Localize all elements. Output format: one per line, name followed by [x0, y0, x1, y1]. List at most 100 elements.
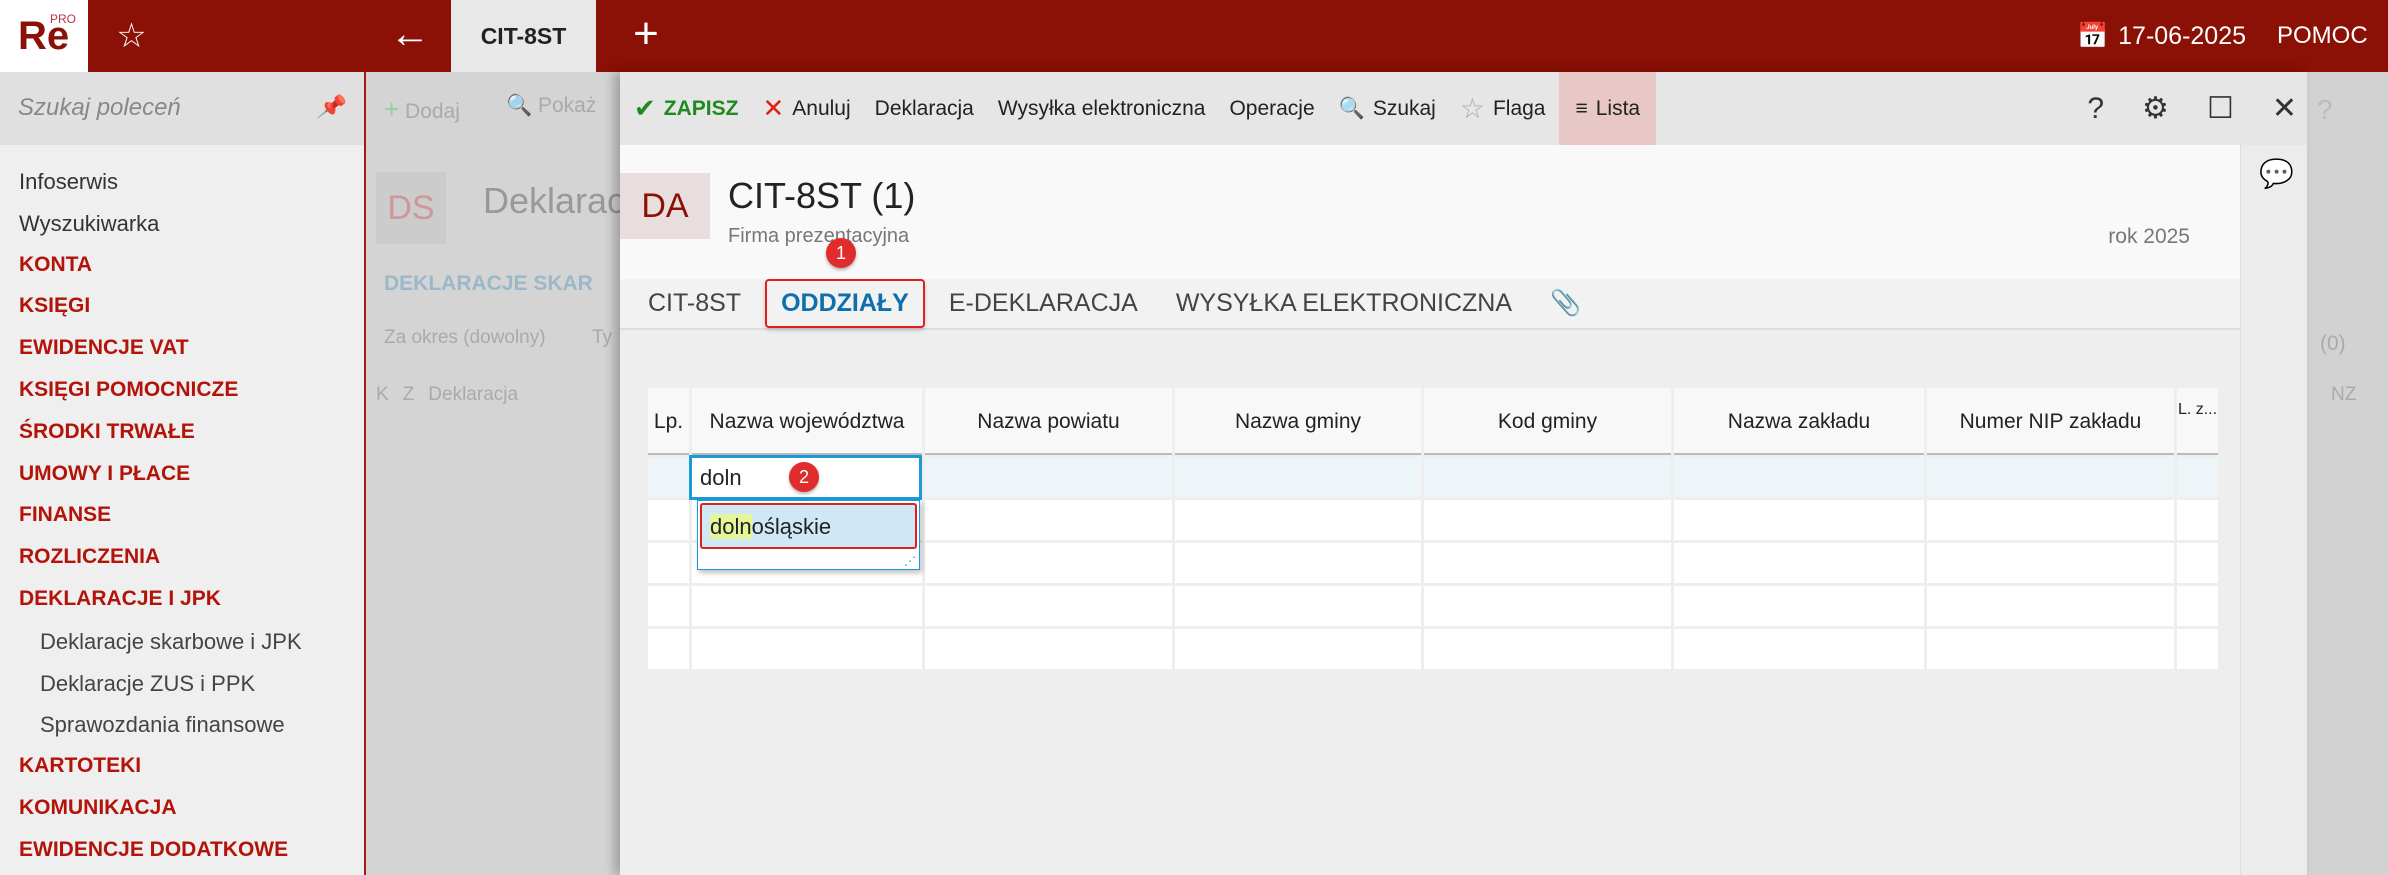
esend-button[interactable]: Wysyłka elektroniczna	[998, 72, 1206, 145]
grid-cell[interactable]	[648, 629, 689, 669]
grid-cell[interactable]	[1424, 586, 1671, 626]
tab-wysylka[interactable]: WYSYŁKA ELEKTRONICZNA	[1176, 281, 1512, 326]
sidebar-item[interactable]: DEKLARACJE I JPK	[19, 587, 221, 611]
grid-cell[interactable]	[1424, 457, 1671, 497]
grid-cell[interactable]	[1927, 543, 2174, 583]
maximize-icon[interactable]: ☐	[2207, 91, 2234, 126]
grid-cell[interactable]	[1175, 543, 1421, 583]
sidebar-item[interactable]: Wyszukiwarka	[19, 211, 159, 237]
resize-grip-icon[interactable]: ⋰	[904, 554, 916, 568]
new-tab-plus-icon[interactable]: +	[618, 0, 674, 72]
grid-cell[interactable]	[1674, 629, 1924, 669]
sidebar-item[interactable]: Infoserwis	[19, 169, 118, 195]
operations-button[interactable]: Operacje	[1229, 72, 1314, 145]
sidebar-item[interactable]: KSIĘGI	[19, 294, 90, 318]
sidebar-item[interactable]: KOMUNIKACJA	[19, 796, 177, 820]
grid-cell[interactable]	[1175, 586, 1421, 626]
grid-cell[interactable]	[2177, 586, 2218, 626]
grid-cell[interactable]	[1927, 629, 2174, 669]
grid-cell[interactable]	[648, 457, 689, 497]
grid-cell[interactable]	[1674, 500, 1924, 540]
grid-cell[interactable]	[692, 586, 922, 626]
close-icon[interactable]: ✕	[2272, 91, 2297, 126]
declaration-window: ✔ ZAPISZ ✕ Anuluj Deklaracja Wysyłka elekt…	[620, 72, 2307, 875]
gear-icon[interactable]: ⚙	[2142, 91, 2169, 126]
column-header[interactable]: Nazwa zakładu	[1674, 388, 1924, 455]
grid-cell[interactable]	[1674, 457, 1924, 497]
back-arrow-icon[interactable]: ←	[380, 0, 440, 72]
grid-cell[interactable]	[1927, 500, 2174, 540]
list-button[interactable]: ≡ Lista	[1559, 72, 1657, 145]
grid-cell[interactable]	[1175, 629, 1421, 669]
grid-cell[interactable]	[1175, 457, 1421, 497]
grid-cell[interactable]	[692, 629, 922, 669]
grid-cell[interactable]	[1424, 629, 1671, 669]
grid-cell[interactable]	[1927, 457, 2174, 497]
grid-cell[interactable]	[2177, 629, 2218, 669]
flag-button[interactable]: ☆ Flaga	[1460, 72, 1546, 145]
sidebar-item[interactable]: Sprawozdania finansowe	[40, 712, 285, 738]
background-right: ? (0) NZ	[2307, 72, 2388, 875]
bg-add-button: + Dodaj	[384, 94, 460, 124]
column-header[interactable]: L. z...	[2177, 388, 2218, 455]
sidebar-item[interactable]: FINANSE	[19, 503, 111, 527]
grid-cell[interactable]	[1424, 500, 1671, 540]
cancel-button[interactable]: ✕ Anuluj	[762, 72, 850, 145]
sidebar-item[interactable]: EWIDENCJE DODATKOWE	[19, 838, 288, 862]
grid-cell[interactable]	[648, 586, 689, 626]
sidebar-item[interactable]: ROZLICZENIA	[19, 545, 160, 569]
suggestion-dolnoslaskie[interactable]: dolnośląskie	[700, 503, 917, 549]
sidebar-item[interactable]: ŚRODKI TRWAŁE	[19, 420, 195, 444]
column-header[interactable]: Nazwa powiatu	[925, 388, 1172, 455]
open-tab-cit8st[interactable]: CIT-8ST	[451, 0, 596, 72]
bg-title: Deklarac	[483, 180, 626, 221]
favorites-star-icon[interactable]: ☆	[88, 0, 175, 72]
help-menu[interactable]: POMOC	[2277, 0, 2368, 72]
sidebar-item[interactable]: Deklaracje ZUS i PPK	[40, 671, 255, 697]
app-logo[interactable]: Re PRO	[0, 0, 88, 72]
check-icon: ✔	[634, 93, 656, 123]
grid-cell[interactable]	[2177, 457, 2218, 497]
grid-cell[interactable]	[925, 586, 1172, 626]
sidebar-item[interactable]: UMOWY I PŁACE	[19, 462, 190, 486]
grid-cell[interactable]	[925, 543, 1172, 583]
column-header[interactable]: Numer NIP zakładu	[1927, 388, 2174, 455]
grid-cell[interactable]	[925, 457, 1172, 497]
grid-cell[interactable]	[2177, 500, 2218, 540]
grid-cell[interactable]	[648, 500, 689, 540]
tab-e-deklaracja[interactable]: E-DEKLARACJA	[949, 281, 1138, 326]
grid-cell[interactable]	[1927, 586, 2174, 626]
toolbar: ✔ ZAPISZ ✕ Anuluj Deklaracja Wysyłka elekt…	[620, 72, 2307, 145]
sidebar-item[interactable]: KONTA	[19, 253, 92, 277]
bg-filter2: Ty	[592, 327, 613, 348]
grid-cell[interactable]	[1674, 543, 1924, 583]
pin-icon[interactable]: 📌	[317, 94, 344, 120]
declaration-button[interactable]: Deklaracja	[875, 72, 974, 145]
column-header[interactable]: Nazwa gminy	[1175, 388, 1421, 455]
sidebar-item[interactable]: KSIĘGI POMOCNICZE	[19, 378, 238, 402]
sidebar-item[interactable]: KARTOTEKI	[19, 754, 141, 778]
paperclip-icon[interactable]: 📎	[1550, 281, 1581, 326]
grid-cell[interactable]	[2177, 543, 2218, 583]
grid-cell[interactable]	[1424, 543, 1671, 583]
command-search-input[interactable]: Szukaj poleceń 📌	[0, 72, 364, 145]
search-button[interactable]: 🔍 Szukaj	[1339, 72, 1436, 145]
column-header[interactable]: Lp.	[648, 388, 689, 455]
date-display[interactable]: 📅 17-06-2025	[2077, 0, 2246, 72]
tab-oddzialy[interactable]: ODDZIAŁY	[765, 279, 925, 328]
help-icon[interactable]: ?	[2087, 92, 2104, 126]
sidebar-item[interactable]: EWIDENCJE VAT	[19, 336, 189, 360]
column-header[interactable]: Kod gminy	[1424, 388, 1671, 455]
grid-cell[interactable]	[1674, 586, 1924, 626]
save-button[interactable]: ✔ ZAPISZ	[634, 72, 738, 145]
grid-cell[interactable]	[648, 543, 689, 583]
suggestion-rest: ośląskie	[751, 514, 832, 539]
bg-badge: DS	[376, 172, 446, 244]
grid-cell[interactable]	[1175, 500, 1421, 540]
grid-cell[interactable]	[925, 629, 1172, 669]
tab-cit8st[interactable]: CIT-8ST	[648, 281, 741, 326]
comment-icon[interactable]: 💬	[2259, 157, 2294, 190]
column-header[interactable]: Nazwa województwa	[692, 388, 922, 455]
sidebar-item[interactable]: Deklaracje skarbowe i JPK	[40, 629, 302, 655]
grid-cell[interactable]	[925, 500, 1172, 540]
